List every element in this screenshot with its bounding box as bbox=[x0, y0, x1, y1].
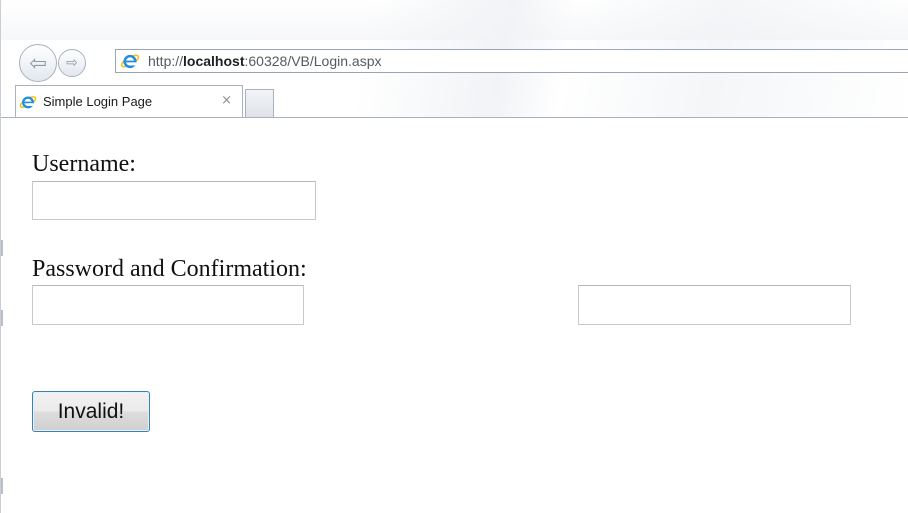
username-input[interactable] bbox=[32, 181, 316, 220]
url-text: http://localhost:60328/VB/Login.aspx bbox=[148, 53, 382, 69]
browser-chrome: ⇦ ⇨ http://localhost:60328/VB/Login.aspx bbox=[0, 0, 908, 118]
new-tab-button[interactable] bbox=[245, 89, 274, 117]
password-label: Password and Confirmation: bbox=[32, 256, 307, 282]
edge-mark bbox=[1, 310, 3, 326]
page-content: Username: Password and Confirmation: Inv… bbox=[0, 118, 908, 513]
browser-window: ⇦ ⇨ http://localhost:60328/VB/Login.aspx bbox=[0, 0, 908, 513]
close-icon[interactable]: × bbox=[221, 93, 232, 108]
username-label: Username: bbox=[32, 151, 136, 177]
back-button[interactable]: ⇦ bbox=[19, 44, 57, 82]
forward-button[interactable]: ⇨ bbox=[58, 49, 86, 77]
url-host: localhost bbox=[183, 53, 245, 69]
submit-button[interactable]: Invalid! bbox=[32, 391, 150, 432]
forward-arrow-icon: ⇨ bbox=[66, 55, 78, 71]
edge-mark bbox=[1, 478, 3, 494]
confirm-password-input[interactable] bbox=[578, 285, 851, 325]
url-path: :60328/VB/Login.aspx bbox=[244, 53, 382, 69]
password-input[interactable] bbox=[32, 285, 304, 325]
internet-explorer-icon bbox=[120, 54, 140, 69]
address-bar[interactable]: http://localhost:60328/VB/Login.aspx bbox=[115, 49, 908, 73]
back-arrow-icon: ⇦ bbox=[29, 51, 47, 75]
internet-explorer-icon bbox=[19, 95, 37, 108]
url-scheme: http:// bbox=[148, 53, 184, 69]
tab-simple-login-page[interactable]: Simple Login Page × bbox=[15, 85, 243, 117]
tab-label: Simple Login Page bbox=[43, 94, 153, 109]
chrome-shade bbox=[1, 0, 908, 40]
edge-mark bbox=[1, 240, 3, 256]
